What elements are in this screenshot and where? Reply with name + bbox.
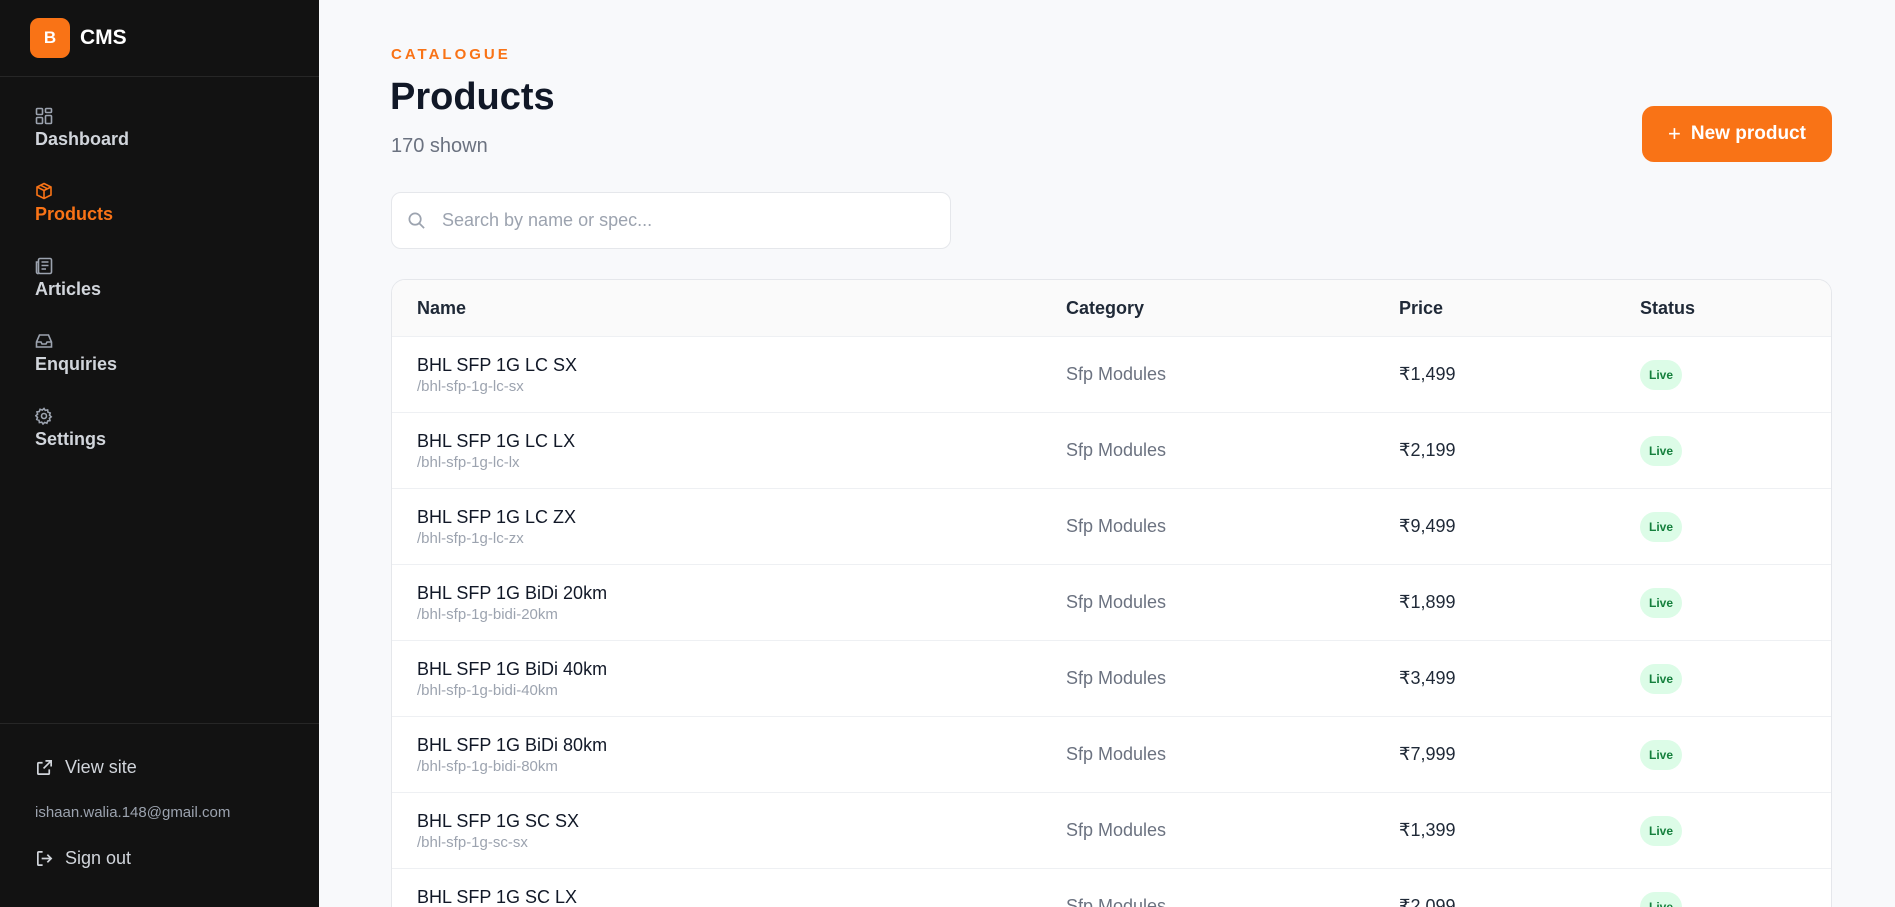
sidebar-item-label: Settings bbox=[35, 429, 107, 449]
column-header-name[interactable]: Name bbox=[417, 298, 466, 319]
view-site-link[interactable]: View site bbox=[35, 757, 319, 778]
table-row[interactable]: BHL SFP 1G LC LX /bhl-sfp-1g-lc-lx Sfp M… bbox=[392, 413, 1831, 489]
table-row[interactable]: BHL SFP 1G LC ZX /bhl-sfp-1g-lc-zx Sfp M… bbox=[392, 489, 1831, 565]
status-badge: Live bbox=[1640, 664, 1683, 694]
product-price: ₹1,499 bbox=[1399, 364, 1456, 384]
status-badge: Live bbox=[1640, 588, 1683, 618]
sidebar-item-label: Enquiries bbox=[35, 354, 118, 374]
product-price: ₹2,199 bbox=[1399, 440, 1456, 460]
external-link-icon bbox=[36, 759, 53, 776]
product-category: Sfp Modules bbox=[1066, 516, 1167, 536]
status-badge: Live bbox=[1640, 740, 1683, 770]
product-slug: /bhl-sfp-1g-lc-lx bbox=[417, 454, 520, 471]
sidebar-item-settings[interactable]: Settings bbox=[0, 407, 319, 482]
product-price: ₹1,399 bbox=[1399, 820, 1456, 840]
brand-name: CMS bbox=[80, 26, 127, 49]
sidebar-item-label: Dashboard bbox=[35, 129, 130, 149]
product-name[interactable]: BHL SFP 1G LC LX bbox=[417, 431, 575, 452]
status-badge: Live bbox=[1640, 816, 1683, 846]
sidebar-item-label: Articles bbox=[35, 279, 102, 299]
product-slug: /bhl-sfp-1g-sc-sx bbox=[417, 834, 528, 851]
product-slug: /bhl-sfp-1g-lc-zx bbox=[417, 530, 524, 547]
search-input[interactable] bbox=[442, 210, 922, 231]
sidebar-item-products[interactable]: Products bbox=[0, 182, 319, 257]
dashboard-icon bbox=[35, 107, 53, 125]
product-count: 170 shown bbox=[391, 135, 488, 157]
products-table: Name Category Price Status BHL SFP 1G LC… bbox=[391, 279, 1832, 907]
sidebar: B CMS Dashboard Products Articles Enquir… bbox=[0, 0, 319, 907]
product-slug: /bhl-sfp-1g-bidi-20km bbox=[417, 606, 558, 623]
product-price: ₹7,999 bbox=[1399, 744, 1456, 764]
table-row[interactable]: BHL SFP 1G BiDi 20km /bhl-sfp-1g-bidi-20… bbox=[392, 565, 1831, 641]
sidebar-item-dashboard[interactable]: Dashboard bbox=[0, 107, 319, 182]
sidebar-footer: View site ishaan.walia.148@gmail.com Sig… bbox=[0, 723, 319, 907]
product-name[interactable]: BHL SFP 1G BiDi 20km bbox=[417, 583, 607, 604]
page-title: Products bbox=[390, 76, 555, 118]
inbox-icon bbox=[35, 332, 53, 350]
table-row[interactable]: BHL SFP 1G SC SX /bhl-sfp-1g-sc-sx Sfp M… bbox=[392, 793, 1831, 869]
product-name[interactable]: BHL SFP 1G SC LX bbox=[417, 887, 577, 907]
column-header-status[interactable]: Status bbox=[1640, 298, 1695, 319]
product-name[interactable]: BHL SFP 1G BiDi 80km bbox=[417, 735, 607, 756]
product-price: ₹3,499 bbox=[1399, 668, 1456, 688]
product-name[interactable]: BHL SFP 1G LC SX bbox=[417, 355, 577, 376]
main-content: CATALOGUE Products 170 shown + New produ… bbox=[319, 0, 1895, 907]
sign-out-label: Sign out bbox=[65, 848, 132, 868]
product-name[interactable]: BHL SFP 1G BiDi 40km bbox=[417, 659, 607, 680]
sidebar-item-articles[interactable]: Articles bbox=[0, 257, 319, 332]
status-badge: Live bbox=[1640, 360, 1683, 390]
table-row[interactable]: BHL SFP 1G BiDi 80km /bhl-sfp-1g-bidi-80… bbox=[392, 717, 1831, 793]
status-badge: Live bbox=[1640, 892, 1683, 907]
sidebar-item-label: Products bbox=[35, 204, 114, 224]
view-site-label: View site bbox=[65, 757, 137, 777]
product-slug: /bhl-sfp-1g-bidi-40km bbox=[417, 682, 558, 699]
product-price: ₹2,099 bbox=[1399, 896, 1456, 907]
user-email: ishaan.walia.148@gmail.com bbox=[35, 804, 231, 821]
search-icon bbox=[408, 212, 425, 229]
product-category: Sfp Modules bbox=[1066, 592, 1167, 612]
sidebar-item-enquiries[interactable]: Enquiries bbox=[0, 332, 319, 407]
brand[interactable]: B CMS bbox=[0, 0, 319, 77]
new-product-label: New product bbox=[1690, 123, 1806, 144]
table-header: Name Category Price Status bbox=[392, 280, 1831, 337]
sign-out-icon bbox=[36, 850, 53, 867]
page-eyebrow: CATALOGUE bbox=[391, 46, 511, 63]
column-header-price[interactable]: Price bbox=[1399, 298, 1443, 319]
sign-out-button[interactable]: Sign out bbox=[35, 848, 319, 869]
product-price: ₹1,899 bbox=[1399, 592, 1456, 612]
column-header-category[interactable]: Category bbox=[1066, 298, 1144, 319]
plus-icon: + bbox=[1668, 121, 1681, 146]
table-row[interactable]: BHL SFP 1G SC LX /bhl-sfp-1g-sc-lx Sfp M… bbox=[392, 869, 1831, 907]
product-price: ₹9,499 bbox=[1399, 516, 1456, 536]
product-category: Sfp Modules bbox=[1066, 744, 1167, 764]
product-slug: /bhl-sfp-1g-bidi-80km bbox=[417, 758, 558, 775]
product-category: Sfp Modules bbox=[1066, 440, 1167, 460]
product-category: Sfp Modules bbox=[1066, 364, 1167, 384]
product-category: Sfp Modules bbox=[1066, 820, 1167, 840]
new-product-button[interactable]: + New product bbox=[1642, 106, 1832, 162]
product-name[interactable]: BHL SFP 1G LC ZX bbox=[417, 507, 576, 528]
product-slug: /bhl-sfp-1g-lc-sx bbox=[417, 378, 524, 395]
product-category: Sfp Modules bbox=[1066, 668, 1167, 688]
sidebar-nav: Dashboard Products Articles Enquiries Se… bbox=[0, 77, 319, 482]
product-category: Sfp Modules bbox=[1066, 896, 1167, 907]
box-icon bbox=[35, 182, 53, 200]
brand-logo: B bbox=[30, 18, 70, 58]
search-box bbox=[391, 192, 951, 249]
newspaper-icon bbox=[35, 257, 53, 275]
table-row[interactable]: BHL SFP 1G BiDi 40km /bhl-sfp-1g-bidi-40… bbox=[392, 641, 1831, 717]
gear-icon bbox=[34, 407, 53, 426]
product-name[interactable]: BHL SFP 1G SC SX bbox=[417, 811, 579, 832]
status-badge: Live bbox=[1640, 436, 1683, 466]
table-row[interactable]: BHL SFP 1G LC SX /bhl-sfp-1g-lc-sx Sfp M… bbox=[392, 337, 1831, 413]
status-badge: Live bbox=[1640, 512, 1683, 542]
